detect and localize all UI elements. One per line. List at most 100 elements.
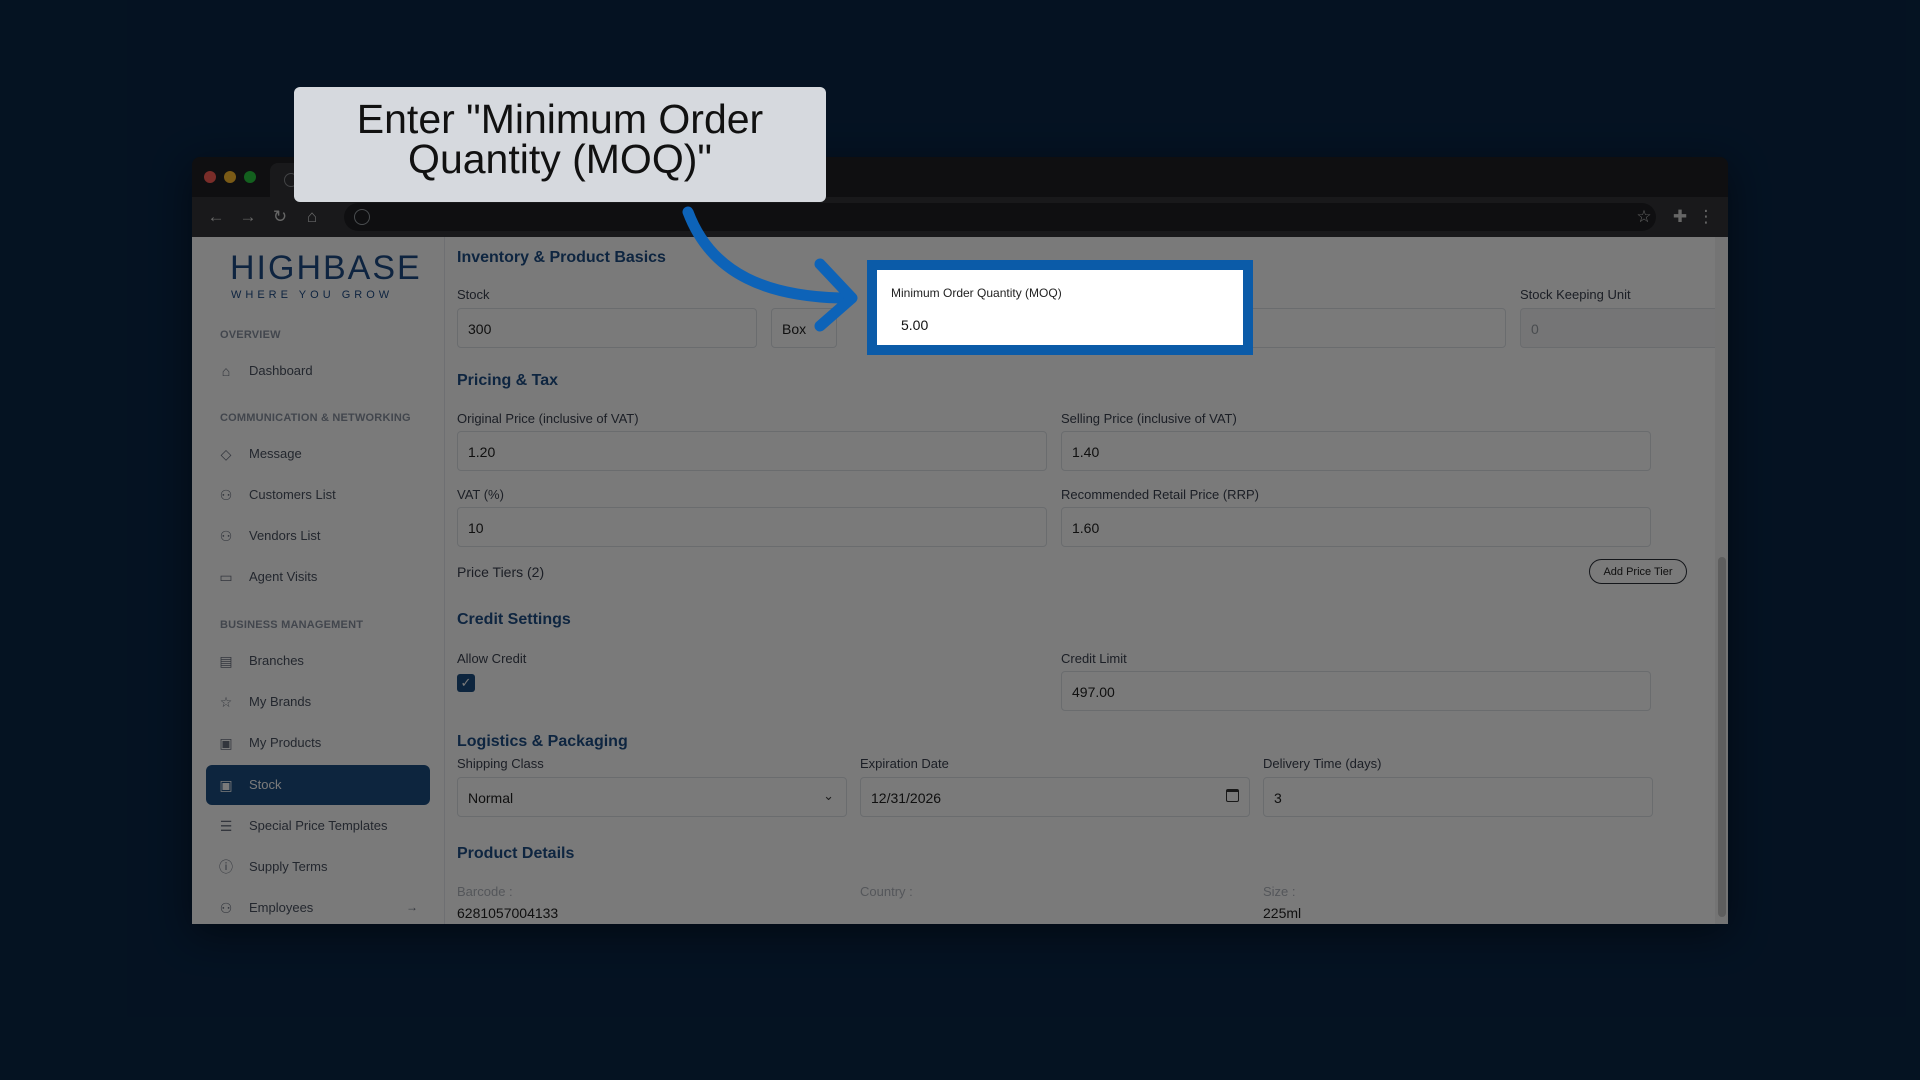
moq-label: Minimum Order Quantity (MOQ) (891, 286, 1062, 300)
credit-limit-input[interactable]: 497.00 (1061, 671, 1651, 711)
bookmark-star-icon[interactable]: ☆ (1634, 207, 1654, 227)
sidebar-item-stock[interactable]: ▣ Stock (206, 765, 430, 805)
shipping-class-select[interactable]: Normal ⌄ (457, 777, 847, 817)
sidebar-item-supply-terms[interactable]: ⓘ Supply Terms (206, 847, 430, 887)
sidebar: HIGHBASE WHERE YOU GROW OVERVIEW ⌂ Dashb… (192, 237, 445, 924)
sidebar-item-vendors-list[interactable]: ⚇ Vendors List (206, 516, 430, 556)
sku-label: Stock Keeping Unit (1520, 287, 1631, 302)
sidebar-item-label: Special Price Templates (249, 818, 388, 833)
calendar-icon[interactable] (1226, 789, 1239, 802)
original-price-label: Original Price (inclusive of VAT) (457, 411, 639, 426)
sidebar-item-label: Employees (249, 900, 314, 915)
back-icon[interactable]: ← (206, 207, 226, 227)
sidebar-item-message[interactable]: ◇ Message (206, 434, 430, 474)
delivery-time-label: Delivery Time (days) (1263, 756, 1382, 771)
arrow-right-icon: → (406, 900, 418, 914)
instruction-callout: Enter "Minimum Order Quantity (MOQ)" (294, 87, 826, 202)
globe-icon (354, 209, 370, 225)
sidebar-item-label: My Brands (249, 694, 312, 709)
browser-toolbar: ← → ↻ ⌂ ☆ ✚ ⋮ (192, 197, 1728, 237)
section-title-pricing: Pricing & Tax (457, 372, 559, 389)
extensions-icon[interactable]: ✚ (1670, 207, 1690, 227)
moq-field-highlight: Minimum Order Quantity (MOQ) 5.00 (867, 260, 1253, 355)
sidebar-item-special-price-templates[interactable]: ☰ Special Price Templates (206, 806, 430, 846)
section-business-management: BUSINESS MANAGEMENT (220, 619, 364, 631)
maximize-window-button[interactable] (244, 171, 256, 183)
sidebar-item-label: Supply Terms (249, 859, 328, 874)
message-icon: ◇ (220, 446, 232, 462)
users-icon: ⚇ (219, 528, 233, 544)
shipping-class-label: Shipping Class (457, 756, 544, 771)
price-tiers-label[interactable]: Price Tiers (2) (457, 564, 544, 580)
size-label: Size : (1263, 884, 1296, 899)
sidebar-item-customers-list[interactable]: ⚇ Customers List (206, 475, 430, 515)
section-overview: OVERVIEW (220, 329, 281, 341)
users-icon: ⚇ (219, 487, 233, 503)
vat-input[interactable]: 10 (457, 507, 1047, 547)
section-title-logistics: Logistics & Packaging (457, 733, 628, 750)
address-bar[interactable] (344, 203, 1656, 231)
chevron-down-icon: ⌄ (823, 788, 834, 803)
sidebar-item-label: Message (249, 446, 302, 461)
page-scrollbar[interactable] (1715, 237, 1728, 924)
barcode-label: Barcode : (457, 884, 513, 899)
home-icon[interactable]: ⌂ (302, 207, 322, 227)
rrp-label: Recommended Retail Price (RRP) (1061, 487, 1259, 502)
reload-icon[interactable]: ↻ (270, 207, 290, 227)
archive-icon: ▣ (219, 777, 233, 793)
brand-tagline: WHERE YOU GROW (231, 289, 394, 301)
unit-select-value: Box (782, 321, 807, 337)
minimize-window-button[interactable] (224, 171, 236, 183)
section-communication: COMMUNICATION & NETWORKING (220, 412, 411, 424)
sidebar-item-branches[interactable]: ▤ Branches (206, 641, 430, 681)
size-value: 225ml (1263, 905, 1302, 921)
sidebar-item-agent-visits[interactable]: ▭ Agent Visits (206, 557, 430, 597)
stock-label: Stock (457, 287, 490, 302)
star-icon: ☆ (219, 694, 233, 710)
expiration-date-input[interactable]: 12/31/2026 (860, 777, 1250, 817)
info-icon: ⓘ (219, 859, 233, 875)
scrollbar-thumb[interactable] (1718, 557, 1726, 917)
browser-menu-icon[interactable]: ⋮ (1696, 207, 1716, 227)
add-price-tier-button[interactable]: Add Price Tier (1589, 559, 1687, 584)
close-window-button[interactable] (204, 171, 216, 183)
sidebar-item-label: Vendors List (249, 528, 321, 543)
chevron-down-icon: ⌄ (813, 319, 824, 334)
moq-input[interactable]: 5.00 (891, 308, 1231, 338)
sidebar-item-dashboard[interactable]: ⌂ Dashboard (206, 351, 430, 391)
sidebar-item-label: Branches (249, 653, 304, 668)
barcode-value: 6281057004133 (457, 905, 559, 921)
unit-select[interactable]: Box ⌄ (771, 308, 837, 348)
stock-input[interactable]: 300 (457, 308, 757, 348)
selling-price-input[interactable]: 1.40 (1061, 431, 1651, 471)
sidebar-item-label: Customers List (249, 487, 336, 502)
sidebar-item-my-products[interactable]: ▣ My Products (206, 723, 430, 763)
sidebar-item-label: Dashboard (249, 363, 313, 378)
sidebar-item-my-brands[interactable]: ☆ My Brands (206, 682, 430, 722)
team-icon: ⚇ (219, 900, 233, 916)
truck-icon: ▭ (219, 569, 233, 585)
sku-input[interactable]: 0 (1520, 308, 1728, 348)
sidebar-item-employees[interactable]: ⚇ Employees → (206, 888, 430, 924)
rrp-input[interactable]: 1.60 (1061, 507, 1651, 547)
delivery-time-input[interactable]: 3 (1263, 777, 1653, 817)
sidebar-item-label: Agent Visits (249, 569, 318, 584)
forward-icon[interactable]: → (238, 207, 258, 227)
original-price-input[interactable]: 1.20 (457, 431, 1047, 471)
country-label: Country : (860, 884, 913, 899)
vat-label: VAT (%) (457, 487, 504, 502)
expiration-date-label: Expiration Date (860, 756, 949, 771)
brand-logo[interactable]: HIGHBASE (230, 249, 422, 288)
sidebar-item-label: Stock (249, 777, 282, 792)
store-icon: ▤ (219, 653, 233, 669)
allow-credit-label: Allow Credit (457, 651, 527, 666)
expiration-date-value: 12/31/2026 (871, 790, 942, 806)
shipping-class-value: Normal (468, 790, 514, 806)
section-title-inventory: Inventory & Product Basics (457, 249, 666, 266)
allow-credit-checkbox[interactable]: ✓ (457, 674, 475, 692)
box-icon: ▣ (219, 735, 233, 751)
home-icon: ⌂ (221, 363, 231, 379)
section-title-credit: Credit Settings (457, 611, 571, 628)
selling-price-label: Selling Price (inclusive of VAT) (1061, 411, 1237, 426)
section-title-product-details: Product Details (457, 845, 575, 862)
